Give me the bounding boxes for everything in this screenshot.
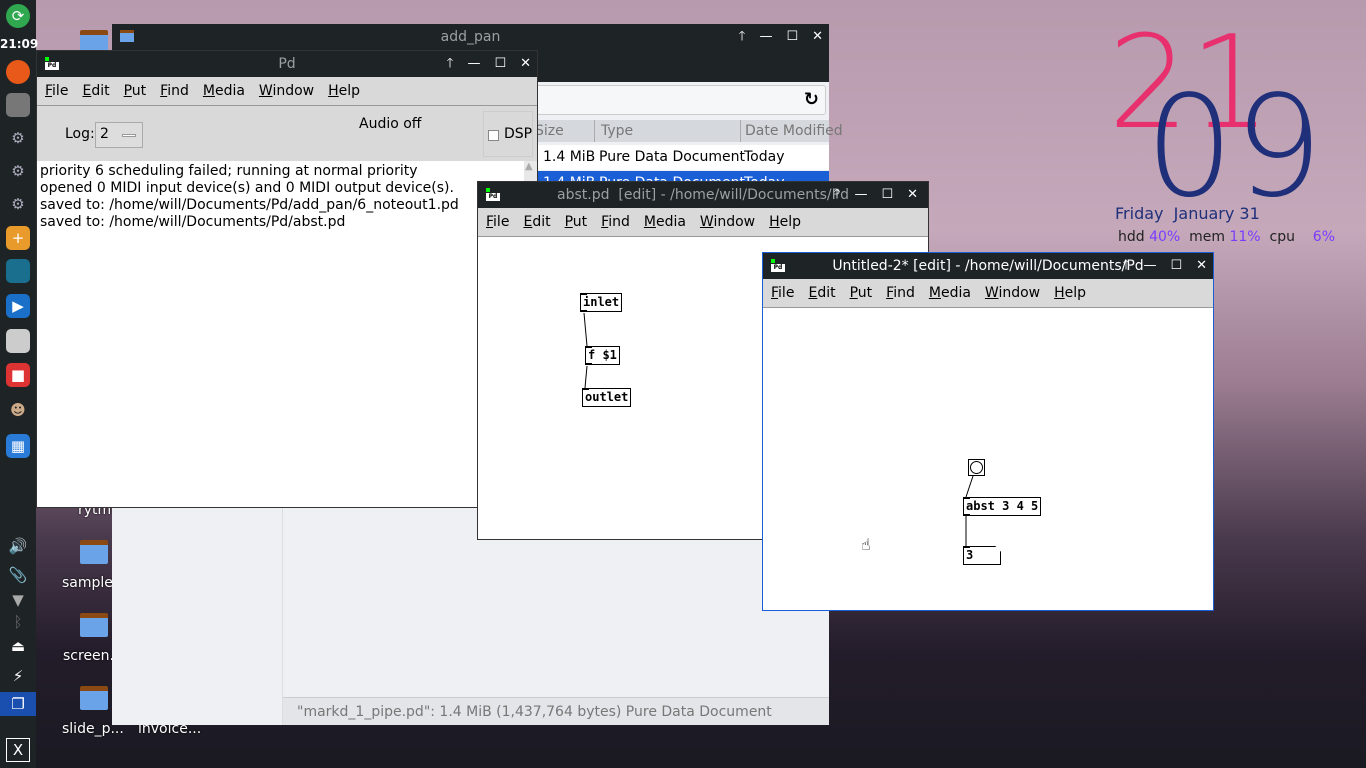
mem-label: mem: [1189, 229, 1226, 245]
session-icon[interactable]: ⟳: [6, 4, 30, 28]
settings-icon[interactable]: ⚙: [6, 126, 30, 150]
desktop-icon-label[interactable]: screen.: [63, 648, 114, 664]
reload-icon[interactable]: ↻: [804, 89, 819, 110]
hdd-label: hdd: [1118, 229, 1145, 245]
screen-share-icon[interactable]: ▶: [6, 294, 30, 318]
untitled-patch-window: Pd Untitled-2* [edit] - /home/will/Docume…: [762, 252, 1214, 611]
menu-put[interactable]: Put: [124, 83, 147, 99]
folder-icon[interactable]: [80, 540, 108, 564]
status-bar: "markd_1_pipe.pd": 1.4 MiB (1,437,764 by…: [283, 697, 829, 725]
menu-edit[interactable]: Edit: [82, 83, 109, 99]
hand-cursor-icon: ☝: [861, 535, 871, 554]
cpu-label: cpu: [1269, 229, 1295, 245]
menu-bar: File Edit Put Find Media Window Help: [37, 77, 537, 106]
console[interactable]: priority 6 scheduling failed; running at…: [37, 161, 524, 507]
inlet-object[interactable]: inlet: [580, 293, 623, 312]
gimp-icon[interactable]: ☻: [6, 398, 30, 422]
outlet-object[interactable]: outlet: [582, 388, 632, 407]
dock-clock: 21:09: [0, 37, 39, 51]
folder-icon[interactable]: [80, 613, 108, 637]
file-row[interactable]: 1.4 MiB Pure Data Document Today: [535, 145, 829, 170]
log-label: Log:: [65, 126, 95, 142]
conky-minute: 09: [1145, 66, 1324, 229]
column-type[interactable]: Type: [601, 120, 741, 142]
folder-icon: [120, 30, 134, 42]
close-button[interactable]: ✕: [812, 24, 823, 50]
cpu-value: 6%: [1312, 229, 1336, 245]
bluetooth-icon[interactable]: ᛒ: [6, 610, 30, 634]
settings-icon[interactable]: ⚙: [6, 159, 30, 183]
title-bar: Pd Pd 🡑 — ☐ ✕: [37, 51, 537, 77]
windows-icon[interactable]: ❐: [0, 692, 36, 716]
menu-file[interactable]: File: [45, 83, 68, 99]
console-line: saved to: /home/will/Documents/Pd/abst.p…: [40, 214, 346, 230]
menu-help[interactable]: Help: [328, 83, 360, 99]
firefox-icon[interactable]: [6, 60, 30, 84]
software-install-icon[interactable]: +: [6, 226, 30, 250]
conky-stats: hdd 40% mem 11% cpu 6%: [1118, 229, 1335, 245]
paperclip-icon[interactable]: 📎: [6, 563, 30, 587]
wifi-icon[interactable]: ▼: [6, 588, 30, 612]
volume-icon[interactable]: 🔊: [6, 534, 30, 558]
pd-main-window: Pd Pd 🡑 — ☐ ✕ File Edit Put Find Media Window Help…: [36, 50, 538, 508]
x-icon[interactable]: X: [6, 738, 30, 762]
float-object[interactable]: f $1: [585, 346, 620, 365]
console-line: saved to: /home/will/Documents/Pd/add_pa…: [40, 197, 459, 213]
bang-object[interactable]: [968, 459, 985, 476]
console-line: opened 0 MIDI input device(s) and 0 MIDI…: [40, 180, 454, 196]
dsp-toggle[interactable]: DSP: [483, 111, 533, 157]
mem-value: 11%: [1229, 229, 1261, 245]
abst-object[interactable]: abst 3 4 5: [963, 497, 1042, 516]
file-size: 1.4 MiB: [543, 149, 596, 165]
column-header: Size Type Date Modified: [535, 120, 843, 142]
location-bar[interactable]: ↻: [512, 85, 826, 115]
column-date[interactable]: Date Modified: [745, 120, 843, 142]
audio-status: Audio off: [359, 116, 422, 132]
image-viewer-icon[interactable]: [6, 329, 30, 353]
file-date: Today: [744, 149, 785, 165]
files-icon[interactable]: [6, 93, 30, 117]
menubutton-indicator-icon: [122, 134, 136, 137]
window-title: Pd: [278, 56, 296, 72]
menu-window[interactable]: Window: [259, 83, 314, 99]
settings-icon[interactable]: ⚙: [6, 192, 30, 216]
close-button[interactable]: ✕: [520, 51, 531, 77]
dock: ⟳ 21:09 ⚙ ⚙ ⚙ + ▶ ■ ☻ ▦ 🔊 📎 ▼ ᛒ ⏏ ⚡ ❐ X: [0, 0, 39, 768]
dsp-checkbox[interactable]: [488, 130, 499, 141]
pd-logo-icon: Pd: [45, 57, 59, 71]
desktop-icon-label[interactable]: sample: [62, 575, 113, 591]
console-line: priority 6 scheduling failed; running at…: [40, 163, 418, 179]
maximize-button[interactable]: ☐: [494, 51, 506, 77]
dsp-label: DSP: [504, 126, 533, 142]
log-level-value: 2: [100, 126, 109, 142]
book-icon[interactable]: [6, 259, 30, 283]
eject-icon[interactable]: ⏏: [6, 634, 30, 658]
minimize-button[interactable]: —: [759, 24, 772, 50]
file-type: Pure Data Document: [599, 149, 745, 165]
maximize-button[interactable]: ☐: [786, 24, 798, 50]
number-box[interactable]: 3: [963, 546, 1001, 565]
hdd-value: 40%: [1149, 229, 1181, 245]
column-size[interactable]: Size: [535, 120, 595, 142]
shade-button[interactable]: 🡑: [447, 51, 454, 77]
minimize-button[interactable]: —: [467, 51, 480, 77]
conky-date: Friday January 31: [1115, 204, 1260, 223]
menu-find[interactable]: Find: [160, 83, 189, 99]
window-title: add_pan: [440, 29, 501, 45]
folder-icon[interactable]: [80, 686, 108, 710]
shade-button[interactable]: 🡑: [739, 24, 746, 50]
video-icon[interactable]: ■: [6, 363, 30, 387]
menu-media[interactable]: Media: [203, 83, 245, 99]
calculator-icon[interactable]: ▦: [6, 434, 30, 458]
log-level-select[interactable]: 2: [95, 122, 143, 148]
battery-icon[interactable]: ⚡: [6, 664, 30, 688]
